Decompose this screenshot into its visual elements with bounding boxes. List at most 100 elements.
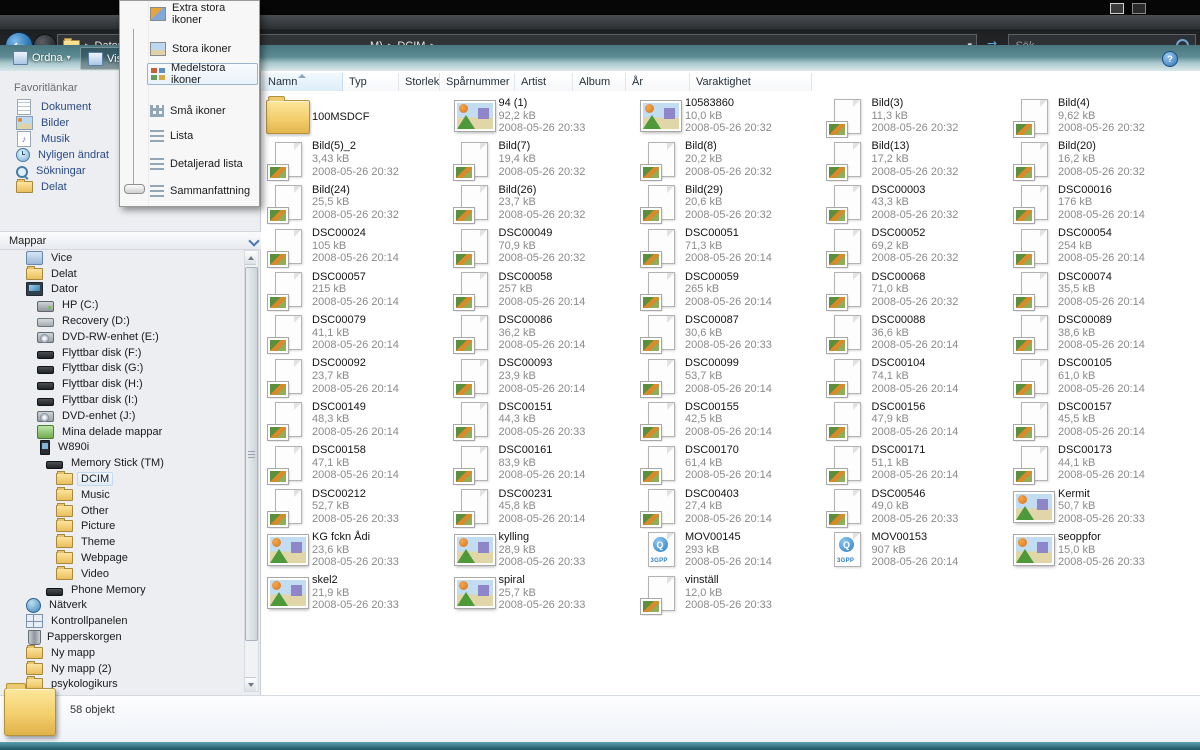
tree-item-flyttbar-disk-i[interactable]: Flyttbar disk (I:) [0, 392, 245, 408]
file-tile-mov00145[interactable]: Q 3GPP MOV00145 293 kB 2008-05-26 20:14 [637, 529, 824, 572]
file-tile-10583860[interactable]: 10583860 10,0 kB 2008-05-26 20:32 [637, 95, 824, 138]
tree-item-flyttbar-disk-g[interactable]: Flyttbar disk (G:) [0, 361, 245, 377]
file-tile-bild-20[interactable]: Bild(20) 16,2 kB 2008-05-26 20:32 [1010, 138, 1197, 181]
tree-item-ny-mapp[interactable]: Ny mapp [0, 644, 245, 661]
tree-item-hp-c[interactable]: HP (C:) [0, 297, 245, 313]
window-icon-2[interactable] [1132, 3, 1146, 14]
scrollbar-thumb[interactable] [245, 267, 258, 641]
file-tile-dsc00105[interactable]: DSC00105 61,0 kB 2008-05-26 20:14 [1010, 355, 1197, 398]
menu-item-sammanfattning[interactable]: Sammanfattning [150, 181, 256, 201]
tree-item-delat[interactable]: Delat [0, 265, 245, 282]
tree-item-flyttbar-disk-f[interactable]: Flyttbar disk (F:) [0, 345, 245, 361]
tree-item-recovery-d[interactable]: Recovery (D:) [0, 313, 245, 329]
file-tile-seoppfor[interactable]: seoppfor 15,0 kB 2008-05-26 20:33 [1010, 529, 1197, 572]
tree-item-w890i[interactable]: W890i [0, 439, 245, 456]
scroll-down-button[interactable] [245, 677, 256, 691]
tree-item-phone-memory[interactable]: Phone Memory [0, 582, 245, 598]
views-slider-handle[interactable] [124, 184, 145, 194]
file-tile-dsc00173[interactable]: DSC00173 44,1 kB 2008-05-26 20:14 [1010, 442, 1197, 485]
file-tile-100msdcf[interactable]: 100MSDCF [264, 95, 451, 138]
tree-item-dator[interactable]: Dator [0, 282, 245, 298]
views-slider-track[interactable] [133, 29, 134, 191]
column-header-sp-rnummer[interactable]: Spårnummer [440, 73, 515, 91]
file-tile-bild-26[interactable]: Bild(26) 23,7 kB 2008-05-26 20:32 [451, 182, 638, 225]
file-tile-dsc00149[interactable]: DSC00149 48,3 kB 2008-05-26 20:14 [264, 399, 451, 442]
tree-item-dcim[interactable]: DCIM [0, 471, 245, 487]
file-tile-bild-8[interactable]: Bild(8) 20,2 kB 2008-05-26 20:32 [637, 138, 824, 181]
menu-item-lista[interactable]: Lista [150, 126, 256, 146]
file-tile-dsc00049[interactable]: DSC00049 70,9 kB 2008-05-26 20:32 [451, 225, 638, 268]
column-header-r[interactable]: År [626, 73, 690, 91]
menu-item-stora-ikoner[interactable]: Stora ikoner [150, 39, 256, 59]
file-tile-dsc00079[interactable]: DSC00079 41,1 kB 2008-05-26 20:14 [264, 312, 451, 355]
menu-item-extra-stora-ikoner[interactable]: Extra stora ikoner [150, 2, 256, 26]
menu-item-detaljerad-lista[interactable]: Detaljerad lista [150, 154, 256, 174]
column-header-album[interactable]: Album [573, 73, 626, 91]
file-tile-dsc00403[interactable]: DSC00403 27,4 kB 2008-05-26 20:14 [637, 486, 824, 529]
file-tile-dsc00099[interactable]: DSC00099 53,7 kB 2008-05-26 20:14 [637, 355, 824, 398]
file-tile-bild-4[interactable]: Bild(4) 9,62 kB 2008-05-26 20:32 [1010, 95, 1197, 138]
tree-item-music[interactable]: Music [0, 486, 245, 503]
menu-item-sm-ikoner[interactable]: Små ikoner [150, 101, 256, 121]
file-tile-kermit[interactable]: Kermit 50,7 kB 2008-05-26 20:33 [1010, 486, 1197, 529]
file-tile-dsc00212[interactable]: DSC00212 52,7 kB 2008-05-26 20:33 [264, 486, 451, 529]
file-tile-spiral[interactable]: spiral 25,7 kB 2008-05-26 20:33 [451, 572, 638, 615]
tree-item-dvd-enhet-j[interactable]: DVD-enhet (J:) [0, 408, 245, 424]
file-tile-dsc00016[interactable]: DSC00016 176 kB 2008-05-26 20:14 [1010, 182, 1197, 225]
tree-scrollbar[interactable] [244, 250, 259, 692]
file-tile-dsc00104[interactable]: DSC00104 74,1 kB 2008-05-26 20:14 [824, 355, 1011, 398]
file-tile-dsc00093[interactable]: DSC00093 23,9 kB 2008-05-26 20:14 [451, 355, 638, 398]
file-tile-dsc00003[interactable]: DSC00003 43,3 kB 2008-05-26 20:32 [824, 182, 1011, 225]
file-tile-94-1[interactable]: 94 (1) 92,2 kB 2008-05-26 20:33 [451, 95, 638, 138]
tree-item-video[interactable]: Video [0, 565, 245, 582]
file-tile-dsc00051[interactable]: DSC00051 71,3 kB 2008-05-26 20:14 [637, 225, 824, 268]
file-tile-bild-5-2[interactable]: Bild(5)_2 3,43 kB 2008-05-26 20:32 [264, 138, 451, 181]
column-header-storlek[interactable]: Storlek [399, 73, 440, 91]
file-tile-dsc00052[interactable]: DSC00052 69,2 kB 2008-05-26 20:32 [824, 225, 1011, 268]
file-tile-kg-fckn-di[interactable]: KG fckn Ådi 23,6 kB 2008-05-26 20:33 [264, 529, 451, 572]
file-tile-dsc00231[interactable]: DSC00231 45,8 kB 2008-05-26 20:14 [451, 486, 638, 529]
file-tile-dsc00088[interactable]: DSC00088 36,6 kB 2008-05-26 20:14 [824, 312, 1011, 355]
file-tile-dsc00089[interactable]: DSC00089 38,6 kB 2008-05-26 20:14 [1010, 312, 1197, 355]
column-header-artist[interactable]: Artist [515, 73, 573, 91]
file-tile-bild-7[interactable]: Bild(7) 19,4 kB 2008-05-26 20:32 [451, 138, 638, 181]
column-header-namn[interactable]: Namn [262, 73, 343, 91]
file-tile-bild-3[interactable]: Bild(3) 11,3 kB 2008-05-26 20:32 [824, 95, 1011, 138]
file-tile-dsc00054[interactable]: DSC00054 254 kB 2008-05-26 20:14 [1010, 225, 1197, 268]
file-tile-dsc00161[interactable]: DSC00161 83,9 kB 2008-05-26 20:14 [451, 442, 638, 485]
file-tile-dsc00155[interactable]: DSC00155 42,5 kB 2008-05-26 20:14 [637, 399, 824, 442]
window-icon[interactable] [1110, 3, 1124, 14]
file-tile-vinst-ll[interactable]: vinställ 12,0 kB 2008-05-26 20:33 [637, 572, 824, 615]
scroll-up-button[interactable] [245, 251, 256, 265]
tree-item-dvd-rw-enhet-e[interactable]: DVD-RW-enhet (E:) [0, 329, 245, 345]
file-tile-dsc00059[interactable]: DSC00059 265 kB 2008-05-26 20:14 [637, 269, 824, 312]
file-tile-bild-13[interactable]: Bild(13) 17,2 kB 2008-05-26 20:32 [824, 138, 1011, 181]
tree-item-n-tverk[interactable]: Nätverk [0, 597, 245, 614]
file-tile-dsc00068[interactable]: DSC00068 71,0 kB 2008-05-26 20:32 [824, 269, 1011, 312]
file-tile-dsc00151[interactable]: DSC00151 44,3 kB 2008-05-26 20:33 [451, 399, 638, 442]
tree-item-theme[interactable]: Theme [0, 534, 245, 550]
file-tile-skel2[interactable]: skel2 21,9 kB 2008-05-26 20:33 [264, 572, 451, 615]
file-tile-dsc00074[interactable]: DSC00074 35,5 kB 2008-05-26 20:14 [1010, 269, 1197, 312]
file-tile-dsc00024[interactable]: DSC00024 105 kB 2008-05-26 20:14 [264, 225, 451, 268]
tree-item-papperskorgen[interactable]: Papperskorgen [0, 629, 245, 645]
tree-item-mina-delade-mappar[interactable]: Mina delade mappar [0, 424, 245, 440]
file-tile-dsc00057[interactable]: DSC00057 215 kB 2008-05-26 20:14 [264, 269, 451, 312]
folders-header[interactable]: Mappar [0, 231, 268, 250]
menu-item-medelstora-ikoner[interactable]: Medelstora ikoner [147, 62, 258, 86]
tree-item-webpage[interactable]: Webpage [0, 550, 245, 566]
file-tile-mov00153[interactable]: Q 3GPP MOV00153 907 kB 2008-05-26 20:14 [824, 529, 1011, 572]
file-tile-dsc00058[interactable]: DSC00058 257 kB 2008-05-26 20:14 [451, 269, 638, 312]
tree-item-kontrollpanelen[interactable]: Kontrollpanelen [0, 613, 245, 629]
file-tile-dsc00158[interactable]: DSC00158 47,1 kB 2008-05-26 20:14 [264, 442, 451, 485]
tree-item-picture[interactable]: Picture [0, 518, 245, 535]
file-tile-dsc00092[interactable]: DSC00092 23,7 kB 2008-05-26 20:14 [264, 355, 451, 398]
tree-item-vice[interactable]: Vice [0, 250, 245, 266]
file-tile-dsc00171[interactable]: DSC00171 51,1 kB 2008-05-26 20:14 [824, 442, 1011, 485]
column-header-varaktighet[interactable]: Varaktighet [690, 73, 812, 91]
chevron-down-icon[interactable] [248, 235, 260, 247]
help-button[interactable]: ? [1162, 51, 1178, 67]
tree-item-ny-mapp-2[interactable]: Ny mapp (2) [0, 660, 245, 677]
tree-item-memory-stick-tm[interactable]: Memory Stick (TM) [0, 455, 245, 471]
file-tile-dsc00156[interactable]: DSC00156 47,9 kB 2008-05-26 20:14 [824, 399, 1011, 442]
